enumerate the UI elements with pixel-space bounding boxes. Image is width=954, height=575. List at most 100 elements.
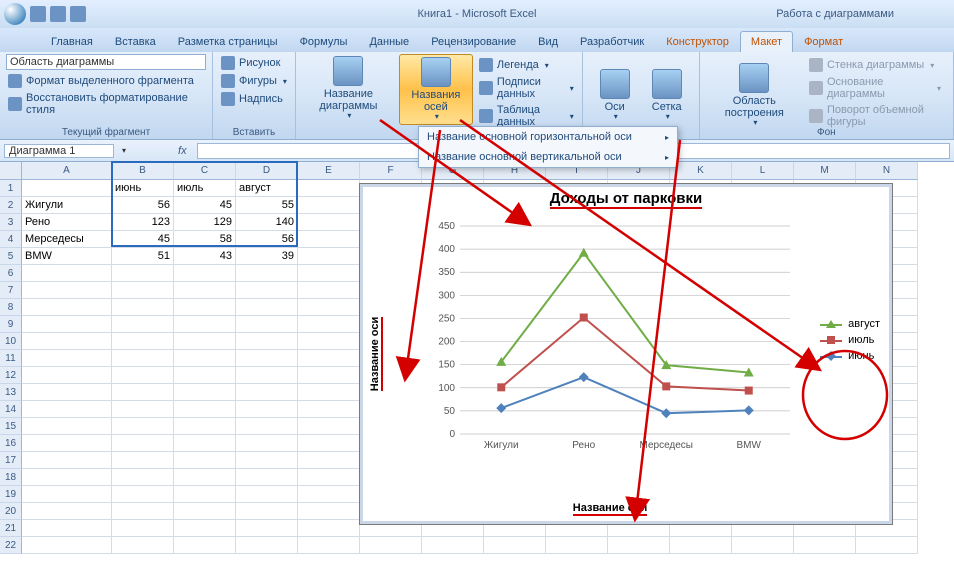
cell-B15[interactable] [112,418,174,435]
cell-E15[interactable] [298,418,360,435]
cell-B18[interactable] [112,469,174,486]
cell-D6[interactable] [236,265,298,282]
office-button[interactable] [4,3,26,25]
qat-redo[interactable] [70,6,86,22]
tab-данные[interactable]: Данные [358,31,420,52]
cell-A13[interactable] [22,384,112,401]
tab-разметка страницы[interactable]: Разметка страницы [167,31,289,52]
cell-E9[interactable] [298,316,360,333]
row-header-14[interactable]: 14 [0,401,22,418]
cell-B10[interactable] [112,333,174,350]
fx-label[interactable]: fx [178,145,187,157]
cell-C5[interactable]: 43 [174,248,236,265]
row-header-1[interactable]: 1 [0,180,22,197]
cell-E10[interactable] [298,333,360,350]
col-header-E[interactable]: E [298,162,360,180]
cell-I22[interactable] [546,537,608,554]
cell-J22[interactable] [608,537,670,554]
cell-A21[interactable] [22,520,112,537]
cell-D14[interactable] [236,401,298,418]
col-header-N[interactable]: N [856,162,918,180]
reset-style-button[interactable]: Восстановить форматирование стиля [6,90,206,118]
cell-D18[interactable] [236,469,298,486]
qat-undo[interactable] [50,6,66,22]
cell-A18[interactable] [22,469,112,486]
y-axis-title[interactable]: Название оси [369,304,383,404]
chart-plot-area[interactable]: 050100150200250300350400450ЖигулиРеноМер… [420,220,800,470]
x-axis-title[interactable]: Название оси [420,502,800,516]
cell-D5[interactable]: 39 [236,248,298,265]
row-header-20[interactable]: 20 [0,503,22,520]
cell-C19[interactable] [174,486,236,503]
cell-C6[interactable] [174,265,236,282]
insert-picture-button[interactable]: Рисунок [219,54,289,72]
axis-titles-button[interactable]: Названия осей▾ [399,54,473,125]
cell-D7[interactable] [236,282,298,299]
cell-E5[interactable] [298,248,360,265]
cell-B17[interactable] [112,452,174,469]
row-header-6[interactable]: 6 [0,265,22,282]
data-labels-button[interactable]: Подписи данных▾ [477,74,576,102]
row-header-11[interactable]: 11 [0,350,22,367]
cell-C1[interactable]: июль [174,180,236,197]
cell-D13[interactable] [236,384,298,401]
cell-N22[interactable] [856,537,918,554]
cell-C16[interactable] [174,435,236,452]
row-header-7[interactable]: 7 [0,282,22,299]
chart-element-selector[interactable]: Область диаграммы [6,54,206,70]
cell-A12[interactable] [22,367,112,384]
col-header-C[interactable]: C [174,162,236,180]
row-header-2[interactable]: 2 [0,197,22,214]
cell-E19[interactable] [298,486,360,503]
cell-E20[interactable] [298,503,360,520]
primary-v-axis-title-item[interactable]: Название основной вертикальной оси▸ [419,147,677,167]
tab-главная[interactable]: Главная [40,31,104,52]
cell-A2[interactable]: Жигули [22,197,112,214]
cell-C9[interactable] [174,316,236,333]
cell-A3[interactable]: Рено [22,214,112,231]
primary-h-axis-title-item[interactable]: Название основной горизонтальной оси▸ [419,127,677,147]
row-header-22[interactable]: 22 [0,537,22,554]
legend-item-июнь[interactable]: июнь [820,350,880,362]
tab-формулы[interactable]: Формулы [289,31,359,52]
cell-A11[interactable] [22,350,112,367]
cell-B14[interactable] [112,401,174,418]
cell-A19[interactable] [22,486,112,503]
cell-C14[interactable] [174,401,236,418]
col-header-D[interactable]: D [236,162,298,180]
cell-D9[interactable] [236,316,298,333]
cell-D11[interactable] [236,350,298,367]
cell-D20[interactable] [236,503,298,520]
cell-E1[interactable] [298,180,360,197]
row-header-15[interactable]: 15 [0,418,22,435]
cell-D19[interactable] [236,486,298,503]
cell-B16[interactable] [112,435,174,452]
cell-C21[interactable] [174,520,236,537]
cell-A7[interactable] [22,282,112,299]
col-header-K[interactable]: K [670,162,732,180]
row-header-18[interactable]: 18 [0,469,22,486]
cell-B19[interactable] [112,486,174,503]
row-header-5[interactable]: 5 [0,248,22,265]
cell-B20[interactable] [112,503,174,520]
cell-M22[interactable] [794,537,856,554]
cell-A1[interactable] [22,180,112,197]
cell-C4[interactable]: 58 [174,231,236,248]
cell-E16[interactable] [298,435,360,452]
legend-item-август[interactable]: август [820,318,880,330]
cell-B1[interactable]: июнь [112,180,174,197]
chart-title[interactable]: Доходы от парковки [360,190,892,209]
chart-legend[interactable]: августиюльиюнь [820,314,880,366]
row-header-16[interactable]: 16 [0,435,22,452]
cell-B8[interactable] [112,299,174,316]
cell-B12[interactable] [112,367,174,384]
cell-A20[interactable] [22,503,112,520]
cell-E3[interactable] [298,214,360,231]
tab-рецензирование[interactable]: Рецензирование [420,31,527,52]
cell-A17[interactable] [22,452,112,469]
plot-area-button[interactable]: Область построения▾ [706,54,803,137]
cell-C15[interactable] [174,418,236,435]
row-header-9[interactable]: 9 [0,316,22,333]
cell-D4[interactable]: 56 [236,231,298,248]
cell-B21[interactable] [112,520,174,537]
